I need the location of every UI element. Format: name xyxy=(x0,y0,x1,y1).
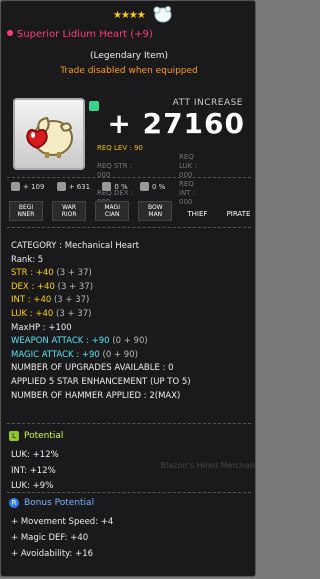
bonus-line: + Avoidability: +16 xyxy=(11,549,94,559)
star-force-icon xyxy=(102,182,112,191)
requirements: REQ LEV : 90 REQ STR : 000REQ LUK : 000 … xyxy=(97,144,207,207)
divider xyxy=(7,177,251,178)
hammer-icon xyxy=(56,182,66,191)
stat-maxhp: MaxHP : +100 xyxy=(11,322,72,333)
stat-magic-attack: MAGIC ATTACK : +90 (0 + 90) xyxy=(11,349,138,360)
background-merchant-sign: Blazoir's Hired Merchan xyxy=(160,461,255,470)
class-requirements: BEGI NNER WAR RIOR MAGI CIAN BOW MAN THIEF P… xyxy=(9,201,258,221)
icon-stat: + 631 xyxy=(56,182,90,191)
item-name: Superior Lidium Heart (+9) xyxy=(7,29,153,40)
lidium-heart-icon xyxy=(26,116,73,158)
divider xyxy=(7,227,251,228)
legendary-potential-icon: L xyxy=(9,431,19,441)
bonus-potential-header: R Bonus Potential xyxy=(9,498,94,508)
item-icon-frame xyxy=(13,98,85,170)
stat-upgrades: NUMBER OF UPGRADES AVAILABLE : 0 xyxy=(11,363,174,374)
item-tooltip: ★★★★ Superior Lidium Heart (+9) (Legenda… xyxy=(0,0,256,577)
potential-line: LUK: +12% xyxy=(11,450,59,460)
shield-icon xyxy=(139,182,149,191)
stat-rank: Rank: 5 xyxy=(11,254,44,265)
class-beginner: BEGI NNER xyxy=(9,201,43,221)
req-level: REQ LEV : 90 xyxy=(97,144,143,152)
bullet-icon xyxy=(7,30,13,36)
item-name-text: Superior Lidium Heart (+9) xyxy=(17,29,153,40)
bonus-line: + Movement Speed: +4 xyxy=(11,517,114,527)
class-thief: THIEF xyxy=(187,210,208,218)
trade-notice: Trade disabled when equipped xyxy=(60,66,198,76)
bonus-line: + Magic DEF: +40 xyxy=(11,533,89,543)
att-increase-value: + 27160 xyxy=(107,107,245,140)
class-warrior: WAR RIOR xyxy=(52,201,87,221)
stat-dex: DEX : +40 (3 + 37) xyxy=(11,281,94,292)
class-pirate: PIRATE xyxy=(226,210,251,218)
icon-stat: + 109 xyxy=(11,182,44,191)
potential-line: INT: +12% xyxy=(11,465,56,476)
stat-int: INT : +40 (3 + 37) xyxy=(11,295,90,306)
item-stats: CATEGORY : Mechanical Heart Rank: 5 STR … xyxy=(11,240,191,403)
potential-lines: LUK: +12% INT: +12% LUK: +9% xyxy=(11,448,59,495)
rare-potential-icon: R xyxy=(9,498,19,508)
class-magician: MAGI CIAN xyxy=(95,201,130,221)
rarity-label: (Legendary Item) xyxy=(90,51,168,61)
stat-luk: LUK : +40 (3 + 37) xyxy=(11,308,92,319)
flame-icon xyxy=(11,182,20,191)
class-bowman: BOW MAN xyxy=(138,201,173,221)
stat-category: CATEGORY : Mechanical Heart xyxy=(11,241,139,251)
potential-title: Potential xyxy=(24,431,64,441)
req-luk: REQ LUK : 000 xyxy=(179,153,197,179)
potential-header: L Potential xyxy=(9,431,63,441)
bonus-potential-lines: + Movement Speed: +4 + Magic DEF: +40 + … xyxy=(11,514,113,562)
bonus-potential-title: Bonus Potential xyxy=(24,498,95,508)
stat-star-enhancement: APPLIED 5 STAR ENHANCEMENT (UP TO 5) xyxy=(11,376,191,387)
stat-hammer: NUMBER OF HAMMER APPLIED : 2(MAX) xyxy=(11,390,181,401)
legendary-badge xyxy=(89,101,99,111)
stat-weapon-attack: WEAPON ATTACK : +90 (0 + 90) xyxy=(11,336,148,347)
star-force-stars: ★★★★ xyxy=(113,10,146,21)
icon-stat: 0 % xyxy=(139,182,165,191)
icon-stats-row: + 109 + 631 0 % 0 % xyxy=(11,182,175,191)
divider xyxy=(7,492,251,493)
white-glove-icon[interactable] xyxy=(151,4,173,24)
stat-str: STR : +40 (3 + 37) xyxy=(11,268,92,279)
divider xyxy=(7,423,251,424)
icon-stat: 0 % xyxy=(102,182,128,191)
